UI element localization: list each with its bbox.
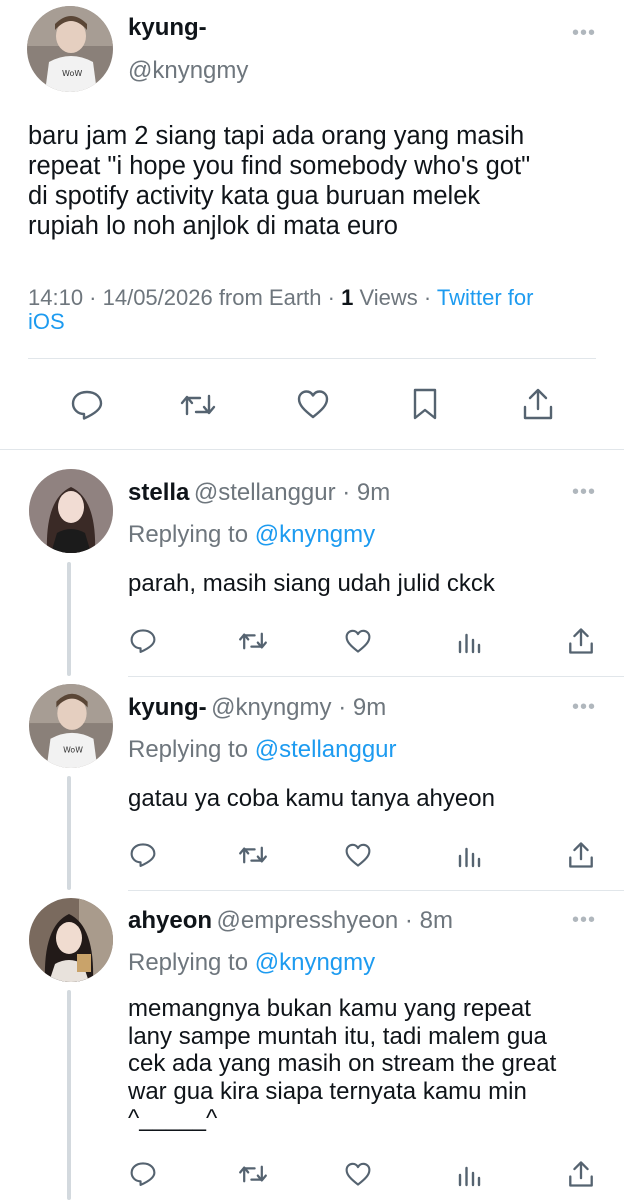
like-icon[interactable] [296,388,330,420]
retweet-icon[interactable] [237,628,269,654]
tweet-source-link-cont[interactable]: iOS [28,309,65,334]
replying-to-label: Replying to [128,736,255,763]
tweet-text-line: di spotify activity kata gua buruan mele… [28,182,481,210]
reply-text-line: war gua kira siapa ternyata kamu min [128,1077,527,1105]
author-handle-time[interactable]: @knyngmy · 9m [211,694,386,721]
thread-line [67,990,71,1200]
avatar-photo [29,469,113,553]
replying-to-label: Replying to [128,521,255,548]
tweet-source-link[interactable]: Twitter for [437,285,534,310]
avatar[interactable] [29,469,113,553]
author-name[interactable]: ahyeon [128,907,212,934]
thread-line [67,562,71,676]
reply-icon[interactable] [129,1161,157,1187]
avatar[interactable]: WoW [29,684,113,768]
replying-to-handle[interactable]: @knyngmy [255,949,375,976]
bookmark-icon[interactable] [410,387,440,421]
svg-text:WoW: WoW [62,69,82,78]
tweet-meta: 14:10 · 14/05/2026 from Earth · 1 Views … [28,286,608,334]
author-handle-time[interactable]: @empresshyeon · 8m [216,907,452,934]
share-icon[interactable] [566,1160,596,1188]
meta-divider [28,358,596,359]
avatar-photo: WoW [27,6,113,92]
tweet-text-line: rupiah lo noh anjlok di mata euro [28,212,398,240]
tweet-text-line: baru jam 2 siang tapi ada orang yang mas… [28,122,525,150]
author-handle-time[interactable]: @stellanggur · 9m [194,479,390,506]
reply-text-line: lany sampe muntah itu, tadi malem gua [128,1022,547,1050]
reply-icon[interactable] [129,628,157,654]
avatar-photo: WoW [29,684,113,768]
tweet-text: baru jam 2 siang tapi ada orang yang mas… [28,121,530,241]
retweet-icon[interactable] [178,389,218,421]
reply-header: stella @stellanggur · 9m [128,479,390,507]
share-icon[interactable] [566,841,596,869]
replying-to-handle[interactable]: @stellanggur [255,736,397,763]
views-label: Views · [353,285,437,310]
reply-text-line: cek ada yang masih on stream the great [128,1050,557,1077]
author-name[interactable]: stella [128,479,189,506]
reply-icon[interactable] [70,389,104,421]
reply-text-line: gatau ya coba kamu tanya ahyeon [128,785,495,812]
svg-text:WoW: WoW [63,745,83,754]
more-options-icon[interactable]: ••• [572,910,596,930]
author-name[interactable]: kyung- [128,14,207,42]
more-options-icon[interactable]: ••• [572,23,596,43]
reply-text: memangnya bukan kamu yang repeat lany sa… [128,995,556,1133]
reply-header: kyung- @knyngmy · 9m [128,694,386,722]
reply-header: ahyeon @empresshyeon · 8m [128,907,453,935]
like-icon[interactable] [344,1161,372,1187]
replying-to-label: Replying to [128,949,255,976]
analytics-icon[interactable] [457,844,481,868]
author-handle[interactable]: @knyngmy [128,57,248,85]
section-divider [128,890,624,891]
views-count: 1 [341,285,354,310]
reply-text-line: parah, masih siang udah julid ckck [128,570,495,597]
tweet-timestamp[interactable]: 14:10 · 14/05/2026 from Earth · [28,285,341,310]
replying-to: Replying to @knyngmy [128,949,375,977]
reply-text-line: ^_____^ [128,1105,218,1132]
analytics-icon[interactable] [457,630,481,654]
like-icon[interactable] [344,628,372,654]
share-icon[interactable] [520,387,556,421]
section-divider [128,676,624,677]
replying-to: Replying to @knyngmy [128,521,375,549]
avatar[interactable] [29,898,113,982]
thread-line [67,776,71,890]
reply-text-line: memangnya bukan kamu yang repeat [128,995,531,1022]
more-options-icon[interactable]: ••• [572,482,596,502]
replying-to-handle[interactable]: @knyngmy [255,521,375,548]
retweet-icon[interactable] [237,842,269,868]
tweet-text-line: repeat "i hope you find somebody who's g… [28,152,531,180]
section-divider [0,449,624,450]
reply-icon[interactable] [129,842,157,868]
retweet-icon[interactable] [237,1161,269,1187]
replying-to: Replying to @stellanggur [128,736,397,764]
share-icon[interactable] [566,627,596,655]
reply-text: parah, masih siang udah julid ckck [128,568,495,600]
avatar-photo [29,898,113,982]
like-icon[interactable] [344,842,372,868]
author-name[interactable]: kyung- [128,694,207,721]
reply-text: gatau ya coba kamu tanya ahyeon [128,783,495,815]
more-options-icon[interactable]: ••• [572,697,596,717]
avatar[interactable]: WoW [27,6,113,92]
analytics-icon[interactable] [457,1163,481,1187]
